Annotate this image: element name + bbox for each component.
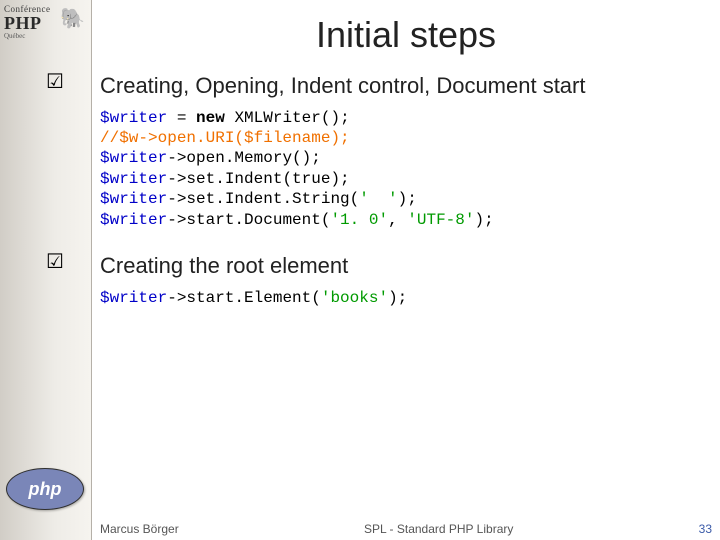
checkmark-icon: ☑ <box>20 72 90 92</box>
footer-title: SPL - Standard PHP Library <box>179 522 699 536</box>
checkmark-icon: ☑ <box>20 252 90 272</box>
bullet-2: Creating the root element <box>100 252 720 280</box>
elephant-icon: 🐘 <box>60 6 86 32</box>
php-logo-text: php <box>29 479 62 500</box>
php-logo: php <box>6 468 84 510</box>
code-block-1: $writer = new XMLWriter(); //$w->open.UR… <box>100 108 720 231</box>
code-block-2: $writer->start.Element('books'); <box>100 288 720 308</box>
slide-title: Initial steps <box>92 14 720 56</box>
footer: Marcus Börger SPL - Standard PHP Library… <box>0 512 720 540</box>
slide-content: Initial steps ☑ Creating, Opening, Inden… <box>92 0 720 512</box>
footer-page-number: 33 <box>699 522 712 536</box>
bullet-1: Creating, Opening, Indent control, Docum… <box>100 72 720 100</box>
footer-author: Marcus Börger <box>100 522 179 536</box>
conference-location: Québec <box>4 32 88 40</box>
